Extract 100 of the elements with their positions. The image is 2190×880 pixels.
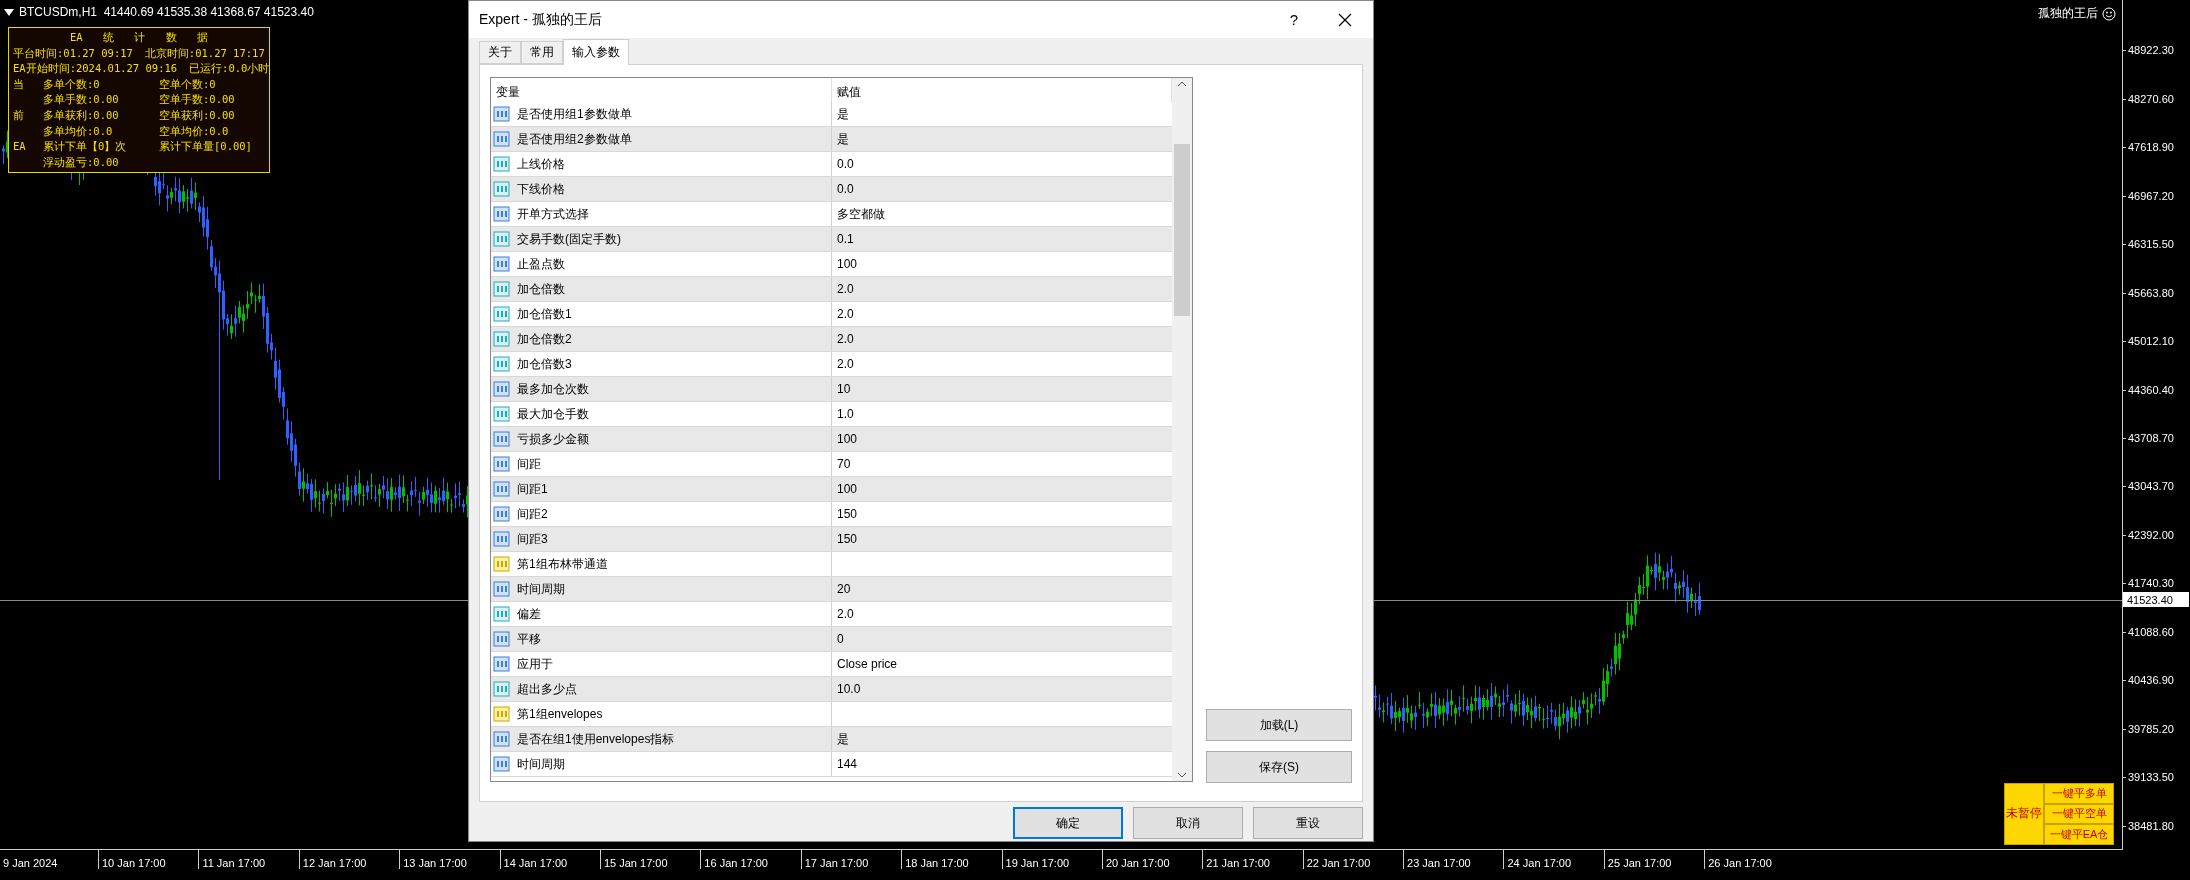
decimal-icon (493, 405, 511, 423)
stat-text: 累计下单【0】次 (43, 139, 128, 155)
price-label: 46967.20 (2123, 171, 2190, 220)
scroll-down-icon[interactable] (1177, 772, 1187, 778)
time-label: 24 Jan 17:00 (1503, 850, 1604, 869)
tab[interactable]: 输入参数 (563, 39, 629, 65)
parameter-value-cell[interactable]: 0.0 (832, 177, 1172, 201)
scrollbar-thumb[interactable] (1174, 144, 1190, 316)
panel-title: EA 统 计 数 据 (69, 30, 209, 45)
text-icon (493, 555, 511, 573)
tab[interactable]: 常用 (521, 41, 563, 64)
parameter-value-cell[interactable]: 2.0 (832, 327, 1172, 351)
parameter-name-cell[interactable]: 下线价格 (491, 177, 832, 201)
integer-icon (493, 755, 511, 773)
parameter-value-cell[interactable]: 2.0 (832, 602, 1172, 626)
parameter-value-cell[interactable]: 100 (832, 477, 1172, 501)
dialog-button[interactable]: 取消 (1133, 807, 1243, 839)
parameter-name-cell[interactable]: 加仓倍数3 (491, 352, 832, 376)
parameter-name-cell[interactable]: 是否使用组1参数做单 (491, 102, 832, 126)
parameter-name-cell[interactable]: 间距 (491, 452, 832, 476)
parameter-value-cell[interactable]: 0 (832, 627, 1172, 651)
price-label: 39785.20 (2123, 704, 2190, 754)
parameter-name-cell[interactable]: 平移 (491, 627, 832, 651)
decimal-icon (493, 305, 511, 323)
stat-text: 已运行:0.0小时 (189, 61, 270, 77)
price-label: 45012.10 (2123, 316, 2190, 366)
integer-icon (493, 505, 511, 523)
price-label: 46315.50 (2123, 219, 2190, 269)
close-orders-button[interactable]: 一键平空单 (2044, 803, 2114, 825)
close-orders-button[interactable]: 一键平多单 (2044, 782, 2114, 804)
parameter-value-cell[interactable]: 100 (832, 427, 1172, 451)
help-button[interactable]: ? (1271, 1, 1317, 38)
parameter-value-cell[interactable]: 2.0 (832, 302, 1172, 326)
side-button[interactable]: 保存(S) (1206, 751, 1352, 783)
parameter-value-cell[interactable]: 70 (832, 452, 1172, 476)
price-label: 38481.80 (2123, 801, 2190, 850)
parameter-value-cell[interactable]: 2.0 (832, 352, 1172, 376)
parameter-value-cell[interactable]: 10 (832, 377, 1172, 401)
parameter-name-cell[interactable]: 最多加仓次数 (491, 377, 832, 401)
parameter-name-cell[interactable]: 是否在组1使用envelopes指标 (491, 727, 832, 751)
price-label: 45663.80 (2123, 268, 2190, 317)
parameter-value-cell[interactable]: 多空都做 (832, 202, 1172, 226)
parameter-name-cell[interactable]: 上线价格 (491, 152, 832, 176)
parameter-name-cell[interactable]: 偏差 (491, 602, 832, 626)
status-button[interactable]: 未暂停 (2004, 782, 2044, 845)
scroll-up-icon[interactable] (1177, 81, 1187, 87)
stat-text: 多单个数:0 (43, 76, 101, 92)
time-label: 9 Jan 2024 (2, 856, 59, 869)
parameter-value-cell[interactable]: 144 (832, 752, 1172, 776)
parameter-value-cell[interactable]: 100 (832, 252, 1172, 276)
parameter-name-cell[interactable]: 开单方式选择 (491, 202, 832, 226)
side-label: EA (13, 139, 27, 155)
parameter-name-cell[interactable]: 间距1 (491, 477, 832, 501)
parameter-name-cell[interactable]: 是否使用组2参数做单 (491, 127, 832, 151)
parameter-name-cell[interactable]: 加仓倍数1 (491, 302, 832, 326)
parameter-value-cell[interactable]: 1.0 (832, 402, 1172, 426)
stat-text: 多单均价:0.0 (43, 123, 114, 139)
parameter-value-cell[interactable]: 150 (832, 527, 1172, 551)
side-label: 前 (13, 107, 25, 123)
time-label: 12 Jan 17:00 (298, 850, 400, 869)
parameter-value-cell[interactable]: 是 (832, 727, 1172, 751)
dropdown-triangle-icon[interactable] (4, 8, 14, 16)
stat-text: 空单个数:0 (159, 76, 217, 92)
parameter-name-cell[interactable]: 超出多少点 (491, 677, 832, 701)
integer-icon (493, 455, 511, 473)
parameter-value-cell[interactable]: 0.0 (832, 152, 1172, 176)
price-label: 41088.60 (2123, 607, 2190, 657)
parameter-name-cell[interactable]: 第1组布林带通道 (491, 552, 832, 576)
parameter-name-cell[interactable]: 应用于 (491, 652, 832, 676)
parameter-name-cell[interactable]: 最大加仓手数 (491, 402, 832, 426)
parameter-value-cell[interactable]: 是 (832, 127, 1172, 151)
parameter-name-cell[interactable]: 时间周期 (491, 577, 832, 601)
parameter-name-cell[interactable]: 时间周期 (491, 752, 832, 776)
parameter-value-cell[interactable]: 是 (832, 102, 1172, 126)
parameter-value-cell[interactable]: Close price (832, 652, 1172, 676)
scrollbar[interactable] (1172, 78, 1192, 781)
parameter-value-cell[interactable]: 10.0 (832, 677, 1172, 701)
parameter-name-cell[interactable]: 交易手数(固定手数) (491, 227, 832, 251)
parameter-value-cell[interactable]: 0.1 (832, 227, 1172, 251)
parameter-name-cell[interactable]: 亏损多少金额 (491, 427, 832, 451)
side-button[interactable]: 加载(L) (1206, 709, 1352, 741)
parameter-name-cell[interactable]: 止盈点数 (491, 252, 832, 276)
decimal-icon (493, 280, 511, 298)
parameter-name-cell[interactable]: 间距3 (491, 527, 832, 551)
parameter-name-cell[interactable]: 间距2 (491, 502, 832, 526)
tab[interactable]: 关于 (479, 41, 521, 64)
decimal-icon (493, 180, 511, 198)
parameter-name-cell[interactable]: 加仓倍数2 (491, 327, 832, 351)
parameter-value-cell[interactable]: 2.0 (832, 277, 1172, 301)
dialog-button[interactable]: 重设 (1253, 807, 1363, 839)
parameter-name-cell[interactable]: 第1组envelopes (491, 702, 832, 726)
parameter-name-cell[interactable]: 加仓倍数 (491, 277, 832, 301)
close-orders-button[interactable]: 一键平EA仓 (2044, 824, 2114, 845)
dialog-button[interactable]: 确定 (1013, 807, 1123, 839)
time-label: 14 Jan 17:00 (499, 850, 600, 869)
parameter-value-cell[interactable]: 150 (832, 502, 1172, 526)
time-label: 15 Jan 17:00 (599, 850, 701, 869)
parameter-value-cell[interactable]: 20 (832, 577, 1172, 601)
price-label: 40436.90 (2123, 656, 2190, 705)
time-label: 22 Jan 17:00 (1302, 850, 1404, 869)
